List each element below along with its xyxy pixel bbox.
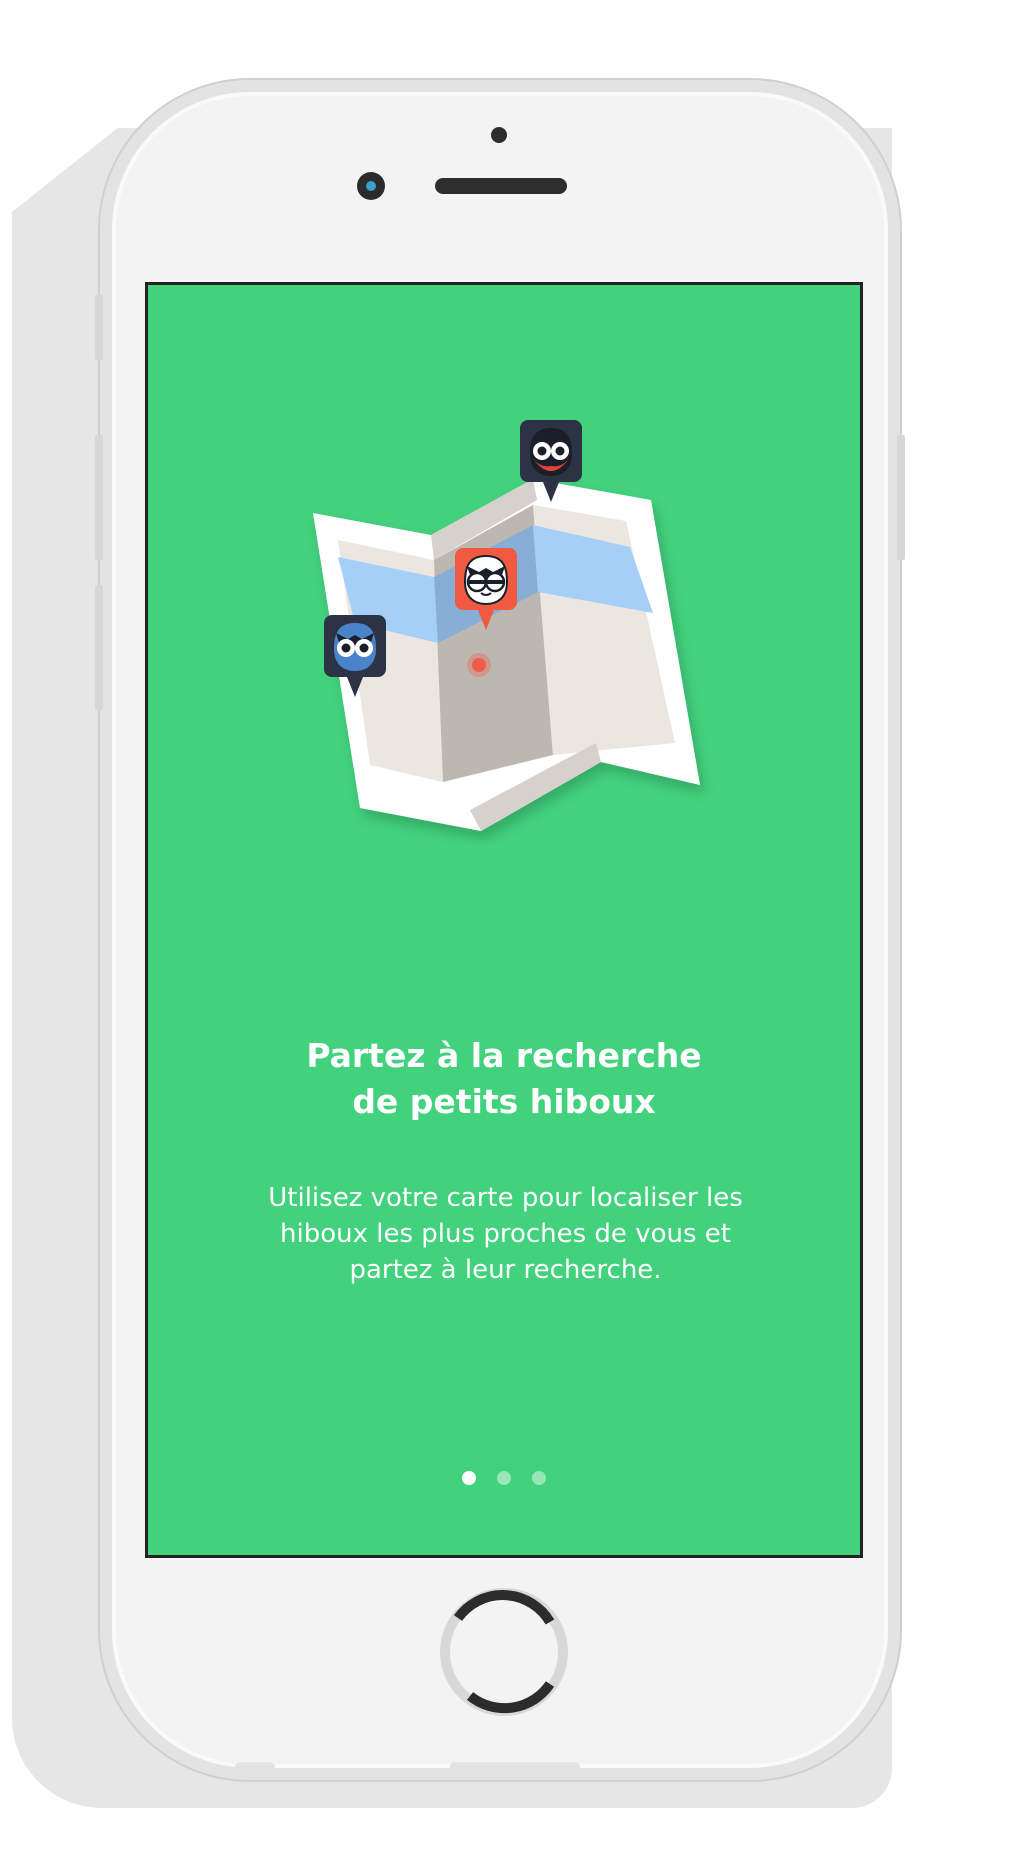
page-dot-1[interactable] xyxy=(461,1471,476,1485)
description-line: Utilisez votre carte pour localiser les xyxy=(268,1183,743,1213)
page-dot-3[interactable] xyxy=(532,1471,547,1485)
description-line: partez à leur recherche. xyxy=(349,1255,662,1285)
bottom-edge-detail xyxy=(235,1762,275,1772)
home-button-ring-icon xyxy=(453,1590,555,1714)
proximity-sensor xyxy=(491,127,507,143)
onboarding-screen: Partez à la recherche de petits hiboux U… xyxy=(145,282,863,1558)
folded-map-illustration xyxy=(313,420,700,831)
onboarding-title: Partez à la recherche de petits hiboux xyxy=(148,1033,860,1125)
title-line: Partez à la recherche xyxy=(306,1036,702,1075)
title-line: de petits hiboux xyxy=(352,1082,656,1121)
bottom-edge-detail xyxy=(450,1762,580,1772)
onboarding-description: Utilisez votre carte pour localiser les … xyxy=(228,1180,783,1288)
page-indicator xyxy=(148,1470,860,1489)
page-dot-2[interactable] xyxy=(497,1471,511,1485)
volume-up-button xyxy=(95,435,103,560)
mute-switch xyxy=(95,295,103,360)
location-dot-icon xyxy=(467,653,491,677)
power-button xyxy=(897,435,905,560)
front-camera-icon xyxy=(357,172,385,200)
description-line: hiboux les plus proches de vous et xyxy=(280,1219,731,1249)
earpiece-speaker xyxy=(435,178,567,194)
volume-down-button xyxy=(95,585,103,710)
home-button[interactable] xyxy=(440,1588,568,1716)
